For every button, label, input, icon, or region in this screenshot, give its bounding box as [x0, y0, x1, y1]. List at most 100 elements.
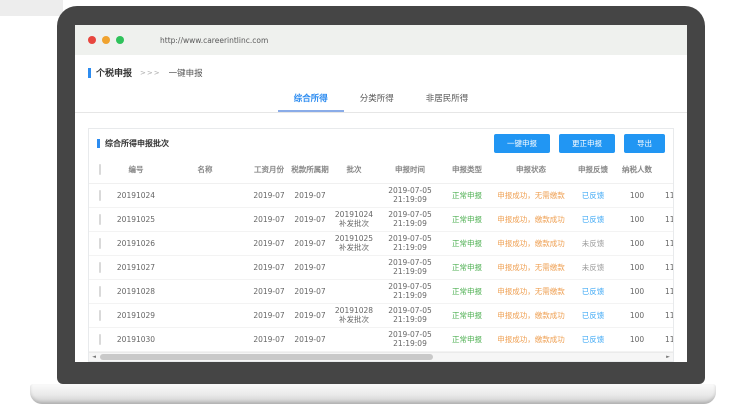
- batch-cell: [331, 279, 377, 303]
- tax-period-cell: 2019-07: [289, 303, 331, 327]
- declare-type-cell: 正常申报: [443, 327, 491, 351]
- clipped-cell: 11: [659, 279, 673, 303]
- row-select-cell: [89, 255, 111, 279]
- taxpayer-count-cell: 100: [615, 183, 659, 207]
- name-cell: [161, 207, 249, 231]
- row-checkbox[interactable]: [99, 310, 101, 321]
- declare-type-cell: 正常申报: [443, 231, 491, 255]
- feedback-cell: 已反馈: [571, 207, 615, 231]
- wage-month-cell: 2019-07: [249, 231, 289, 255]
- col-header-declare-status: 申报状态: [491, 157, 571, 183]
- row-checkbox[interactable]: [99, 334, 101, 345]
- minimize-window-icon[interactable]: [102, 36, 110, 44]
- batch-cell: [331, 255, 377, 279]
- table-header-row: 编号 名称 工资月份 税款所属期 批次 申报时间 申报类型 申报状态 申报反馈 …: [89, 157, 673, 183]
- row-checkbox[interactable]: [99, 262, 101, 273]
- table-row[interactable]: 20191028 2019-07 2019-07 2019-07-05 21:1…: [89, 279, 673, 303]
- declare-status-cell: 申报成功，无需缴款: [491, 255, 571, 279]
- declare-time-cell: 2019-07-05 21:19:09: [377, 255, 443, 279]
- window-controls: [88, 36, 130, 44]
- declare-status-cell: 申报成功，无需缴款: [491, 279, 571, 303]
- panel-actions: 一键申报 更正申报 导出: [494, 134, 665, 153]
- row-checkbox[interactable]: [99, 214, 101, 225]
- laptop-bezel: http://www.careerintlinc.com 个税申报 >>> 一键…: [57, 6, 705, 384]
- taxpayer-count-cell: 100: [615, 207, 659, 231]
- tax-period-cell: 2019-07: [289, 255, 331, 279]
- browser-url-bar: http://www.careerintlinc.com: [75, 25, 687, 55]
- table-viewport: 编号 名称 工资月份 税款所属期 批次 申报时间 申报类型 申报状态 申报反馈 …: [89, 157, 673, 352]
- batch-table: 编号 名称 工资月份 税款所属期 批次 申报时间 申报类型 申报状态 申报反馈 …: [89, 157, 673, 352]
- batch-cell: 20191024 补发批次: [331, 207, 377, 231]
- declare-type-cell: 正常申报: [443, 207, 491, 231]
- declare-type-cell: 正常申报: [443, 303, 491, 327]
- correct-declare-button[interactable]: 更正申报: [559, 134, 615, 153]
- tax-period-cell: 2019-07: [289, 183, 331, 207]
- declare-status-cell: 申报成功，缴款成功: [491, 231, 571, 255]
- table-row[interactable]: 20191027 2019-07 2019-07 2019-07-05 21:1…: [89, 255, 673, 279]
- clipped-cell: 11: [659, 255, 673, 279]
- address-url[interactable]: http://www.careerintlinc.com: [160, 36, 268, 45]
- feedback-cell: 已反馈: [571, 183, 615, 207]
- feedback-cell: 未反馈: [571, 255, 615, 279]
- col-header-declare-feedback: 申报反馈: [571, 157, 615, 183]
- table-row[interactable]: 20191029 2019-07 2019-07 20191028 补发批次 2…: [89, 303, 673, 327]
- batch-cell: 20191025 补发批次: [331, 231, 377, 255]
- tab-1[interactable]: 分类所得: [344, 88, 410, 112]
- declare-status-cell: 申报成功，缴款成功: [491, 207, 571, 231]
- tab-2[interactable]: 非居民所得: [410, 88, 485, 112]
- table-row[interactable]: 20191025 2019-07 2019-07 20191024 补发批次 2…: [89, 207, 673, 231]
- breadcrumb: 个税申报 >>> 一键申报: [88, 66, 687, 79]
- col-header-tax-period: 税款所属期: [289, 157, 331, 183]
- select-all-cell: [89, 157, 111, 183]
- scroll-left-icon[interactable]: ◄: [89, 353, 99, 361]
- taxpayer-count-cell: 100: [615, 327, 659, 351]
- wage-month-cell: 2019-07: [249, 303, 289, 327]
- table-row[interactable]: 20191026 2019-07 2019-07 20191025 补发批次 2…: [89, 231, 673, 255]
- batch-id-cell: 20191024: [111, 183, 161, 207]
- maximize-window-icon[interactable]: [116, 36, 124, 44]
- scrollbar-thumb[interactable]: [100, 354, 433, 360]
- name-cell: [161, 183, 249, 207]
- declare-type-cell: 正常申报: [443, 255, 491, 279]
- scroll-right-icon[interactable]: ►: [663, 353, 673, 361]
- row-checkbox[interactable]: [99, 238, 101, 249]
- tax-period-cell: 2019-07: [289, 279, 331, 303]
- declare-time-cell: 2019-07-05 21:19:09: [377, 231, 443, 255]
- wage-month-cell: 2019-07: [249, 183, 289, 207]
- table-row[interactable]: 20191030 2019-07 2019-07 2019-07-05 21:1…: [89, 327, 673, 351]
- breadcrumb-section: 个税申报: [96, 66, 132, 79]
- accent-bar-icon: [97, 139, 100, 148]
- tax-period-cell: 2019-07: [289, 231, 331, 255]
- row-checkbox[interactable]: [99, 286, 101, 297]
- batch-id-cell: 20191027: [111, 255, 161, 279]
- batch-id-cell: 20191026: [111, 231, 161, 255]
- feedback-cell: 已反馈: [571, 279, 615, 303]
- name-cell: [161, 231, 249, 255]
- laptop-base: [30, 384, 716, 404]
- col-header-taxpayer-count: 纳税人数: [615, 157, 659, 183]
- tab-bar: 综合所得分类所得非居民所得: [75, 88, 687, 113]
- export-button[interactable]: 导出: [624, 134, 665, 153]
- clipped-cell: 11: [659, 207, 673, 231]
- declare-time-cell: 2019-07-05 21:19:09: [377, 207, 443, 231]
- declare-type-cell: 正常申报: [443, 183, 491, 207]
- breadcrumb-separator: >>>: [140, 69, 161, 77]
- close-window-icon[interactable]: [88, 36, 96, 44]
- row-select-cell: [89, 279, 111, 303]
- clipped-cell: 11: [659, 183, 673, 207]
- name-cell: [161, 279, 249, 303]
- browser-screen: http://www.careerintlinc.com 个税申报 >>> 一键…: [75, 25, 687, 362]
- horizontal-scrollbar[interactable]: ◄ ►: [89, 352, 673, 361]
- col-header-batch: 批次: [331, 157, 377, 183]
- row-select-cell: [89, 303, 111, 327]
- batch-id-cell: 20191029: [111, 303, 161, 327]
- one-click-declare-button[interactable]: 一键申报: [494, 134, 550, 153]
- tab-0[interactable]: 综合所得: [278, 88, 344, 112]
- batch-cell: [331, 183, 377, 207]
- row-checkbox[interactable]: [99, 190, 101, 201]
- tax-period-cell: 2019-07: [289, 207, 331, 231]
- tax-period-cell: 2019-07: [289, 327, 331, 351]
- select-all-checkbox[interactable]: [99, 164, 101, 175]
- batch-id-cell: 20191028: [111, 279, 161, 303]
- table-row[interactable]: 20191024 2019-07 2019-07 2019-07-05 21:1…: [89, 183, 673, 207]
